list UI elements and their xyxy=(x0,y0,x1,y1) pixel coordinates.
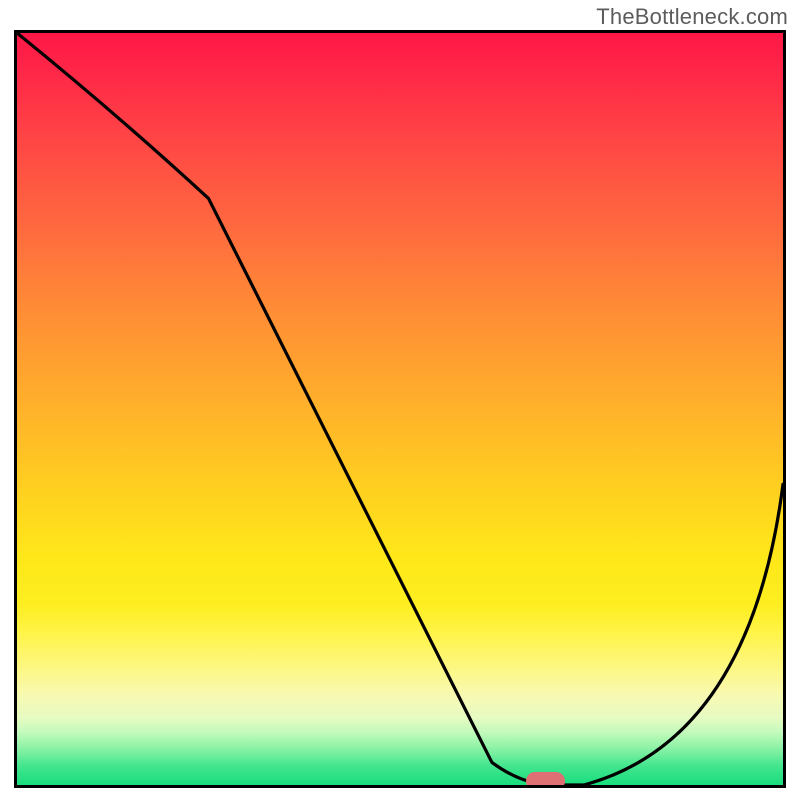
plot-area xyxy=(14,30,786,788)
watermark-text: TheBottleneck.com xyxy=(596,4,788,30)
bottleneck-curve xyxy=(17,33,783,785)
optimal-marker xyxy=(526,772,566,788)
chart-frame: TheBottleneck.com xyxy=(0,0,800,800)
